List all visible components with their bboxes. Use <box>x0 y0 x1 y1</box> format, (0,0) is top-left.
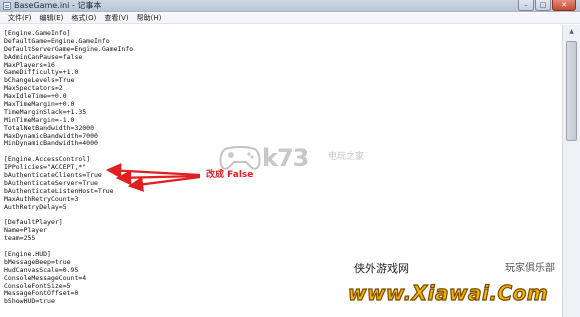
scroll-thumb[interactable] <box>566 41 577 141</box>
vertical-scrollbar[interactable]: ▲ <box>562 25 580 317</box>
menu-edit[interactable]: 编辑(E) <box>36 13 68 23</box>
editor-line: team=255 <box>4 234 36 243</box>
editor-line: bChangeLevels=True <box>4 76 75 85</box>
editor-line: [Engine.HUD] <box>4 249 51 258</box>
maximize-button[interactable]: □ <box>535 0 551 11</box>
menu-file[interactable]: 文件(F) <box>4 13 36 23</box>
editor-line: MaxPlayers=16 <box>4 60 55 69</box>
notepad-icon <box>3 2 11 10</box>
menu-format[interactable]: 格式(O) <box>67 13 100 23</box>
editor-line: GameDifficulty=+1.0 <box>4 68 79 77</box>
k73-watermark-text: k73 <box>262 144 309 172</box>
editor-line: DefaultServerGame=Engine.GameInfo <box>4 44 134 53</box>
editor-line: MaxIdleTime=+0.0 <box>4 92 67 101</box>
close-button[interactable]: ✕ <box>552 0 576 11</box>
editor-line: MaxAuthRetryCount=3 <box>4 194 79 203</box>
xiawai-right-text: 玩家俱乐部 <box>505 263 555 274</box>
editor-line: HudCanvasScale=0.95 <box>4 265 79 274</box>
editor-line: TimeMarginSlack=+1.35 <box>4 107 87 116</box>
annotation-label: 改成 False <box>206 170 254 180</box>
menu-view[interactable]: 查看(V) <box>100 13 132 23</box>
xiawai-logo-text: www.Xiawai.Com <box>348 281 548 305</box>
editor-line: bMessageBeep=true <box>4 257 71 266</box>
editor-line: AuthRetryDelay=5 <box>4 202 67 211</box>
gamepad-icon <box>219 146 261 170</box>
menu-bar: 文件(F) 编辑(E) 格式(O) 查看(V) 帮助(H) <box>0 13 580 24</box>
title-bar[interactable]: BaseGame.ini - 记事本 – □ ✕ <box>0 0 580 12</box>
window-title: BaseGame.ini - 记事本 <box>14 1 102 10</box>
editor-line: bAuthenticateListenHost=True <box>4 186 114 195</box>
editor-line: [DefaultPlayer] <box>4 218 63 227</box>
minimize-button[interactable]: – <box>518 0 534 11</box>
editor-line: bAdminCanPause=false <box>4 52 83 61</box>
window-controls: – □ ✕ <box>518 0 576 12</box>
xiawai-cn-text: 侠外游戏网 <box>354 262 409 275</box>
scroll-up-icon[interactable]: ▲ <box>565 26 578 38</box>
xiawai-logo: www.Xiawai.Com <box>347 280 548 305</box>
editor-line: Name=Player <box>4 226 48 235</box>
notepad-window: BaseGame.ini - 记事本 – □ ✕ 文件(F) 编辑(E) 格式(… <box>0 0 580 317</box>
menu-help[interactable]: 帮助(H) <box>133 13 166 23</box>
editor-line: MaxTimeMargin=+0.0 <box>4 100 75 109</box>
k73-watermark-subtext: 电玩之家 <box>328 152 365 162</box>
editor-line: MaxSpectators=2 <box>4 84 63 93</box>
